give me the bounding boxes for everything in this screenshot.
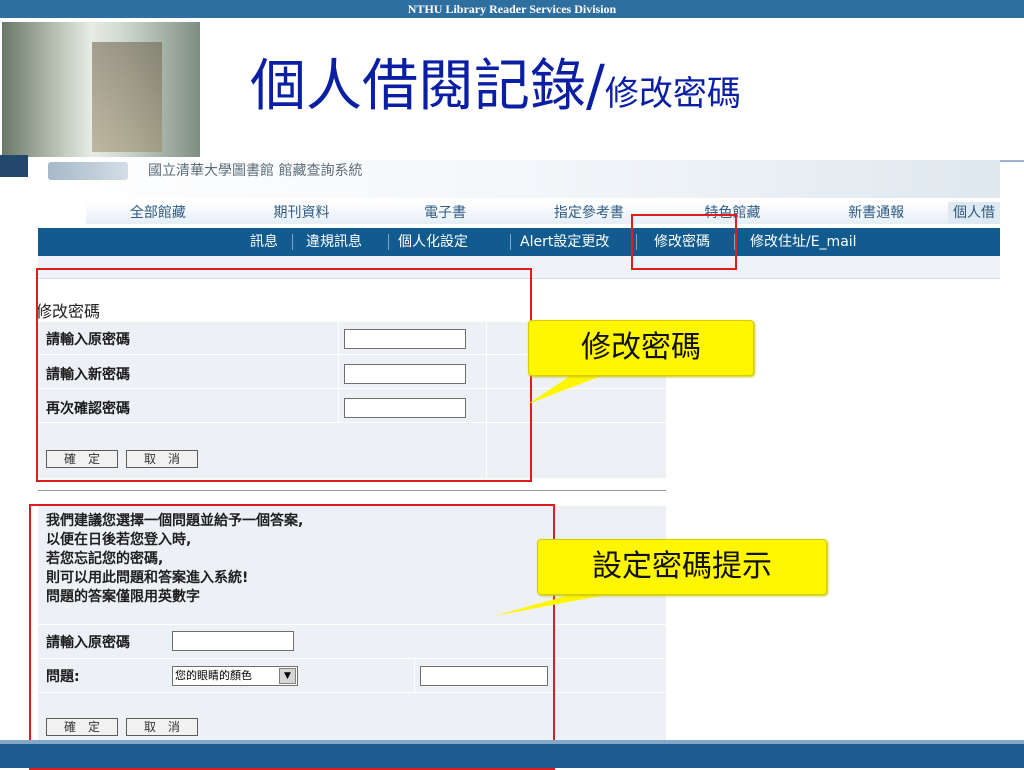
slide-title-main: 個人借閱記錄/ (250, 54, 605, 119)
nav-change-address-email[interactable]: 修改住址/E_mail (750, 228, 857, 256)
library-photo (2, 22, 200, 157)
nav-alert-settings[interactable]: Alert設定更改 (520, 228, 609, 256)
nav-messages[interactable]: 訊息 (250, 228, 278, 256)
nav-journals[interactable]: 期刊資料 (230, 202, 374, 224)
nav-separator (388, 234, 389, 250)
callout-change-password: 修改密碼 (528, 320, 754, 376)
nav-personal-record[interactable]: 個人借 (948, 202, 1001, 224)
secondary-navigation: 訊息 違規訊息 個人化設定 Alert設定更改 修改密碼 修改住址/E_mail (38, 228, 1000, 256)
primary-navigation: 全部館藏 期刊資料 電子書 指定參考書 特色館藏 新書通報 個人借 (86, 202, 1001, 224)
catalog-banner-text: 國立清華大學圖書館 館藏查詢系統 (148, 163, 363, 179)
nav-personal-settings[interactable]: 個人化設定 (398, 228, 468, 256)
slide-title: 個人借閱記錄/修改密碼 (250, 52, 741, 129)
presentation-header-bar: NTHU Library Reader Services Division (0, 0, 1024, 18)
slide-title-sub: 修改密碼 (604, 74, 741, 114)
nav-separator (510, 234, 511, 250)
nav-all-collections[interactable]: 全部館藏 (86, 202, 230, 224)
nav-ebooks[interactable]: 電子書 (373, 202, 517, 224)
section-divider (38, 490, 666, 491)
slide-side-accent (0, 155, 28, 177)
callout-set-password-hint: 設定密碼提示 (537, 539, 827, 595)
nav-new-books[interactable]: 新書通報 (804, 202, 948, 224)
slide-footer-band (0, 740, 1024, 768)
nav-change-password-highlight (631, 214, 737, 270)
change-password-highlight (36, 268, 532, 482)
password-hint-highlight (29, 504, 555, 770)
nav-separator (292, 234, 293, 250)
nav-violations[interactable]: 違規訊息 (306, 228, 362, 256)
library-logo-icon (48, 162, 128, 180)
